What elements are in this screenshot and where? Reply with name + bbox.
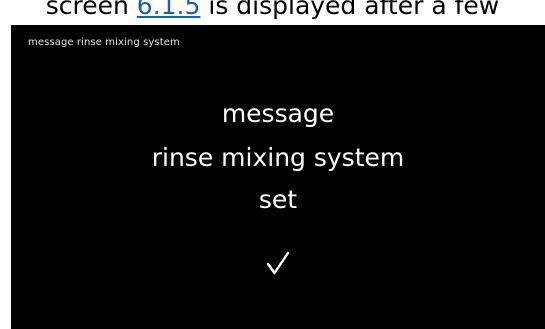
manual-page: screen 6.1.5 is displayed after a few me… bbox=[0, 0, 545, 329]
device-screen: message rinse mixing system message rins… bbox=[11, 25, 545, 329]
checkmark-icon bbox=[266, 251, 290, 275]
screen-reference-link[interactable]: 6.1.5 bbox=[137, 0, 201, 20]
message-line-1: message bbox=[221, 99, 335, 128]
screen-title: message rinse mixing system bbox=[28, 37, 180, 48]
caption-text-after: is displayed after a few bbox=[200, 0, 500, 20]
message-line-2: rinse mixing system bbox=[151, 143, 405, 172]
confirm-button[interactable] bbox=[261, 246, 295, 280]
message-line-3: set bbox=[258, 185, 298, 214]
document-caption: screen 6.1.5 is displayed after a few bbox=[0, 0, 545, 21]
caption-text-before: screen bbox=[45, 0, 137, 20]
